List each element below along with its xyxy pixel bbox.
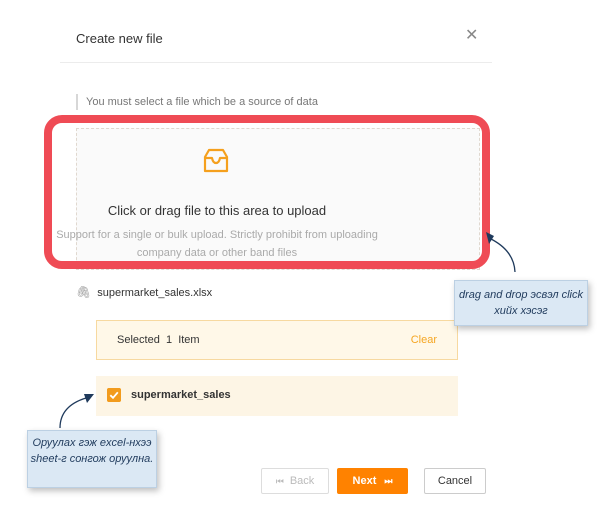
dropzone-callout: drag and drop эсвэл click хийх хэсэг [454,280,588,326]
sheet-callout: Оруулах гэж excel-нхээ sheet-г сонгож ор… [27,430,157,488]
